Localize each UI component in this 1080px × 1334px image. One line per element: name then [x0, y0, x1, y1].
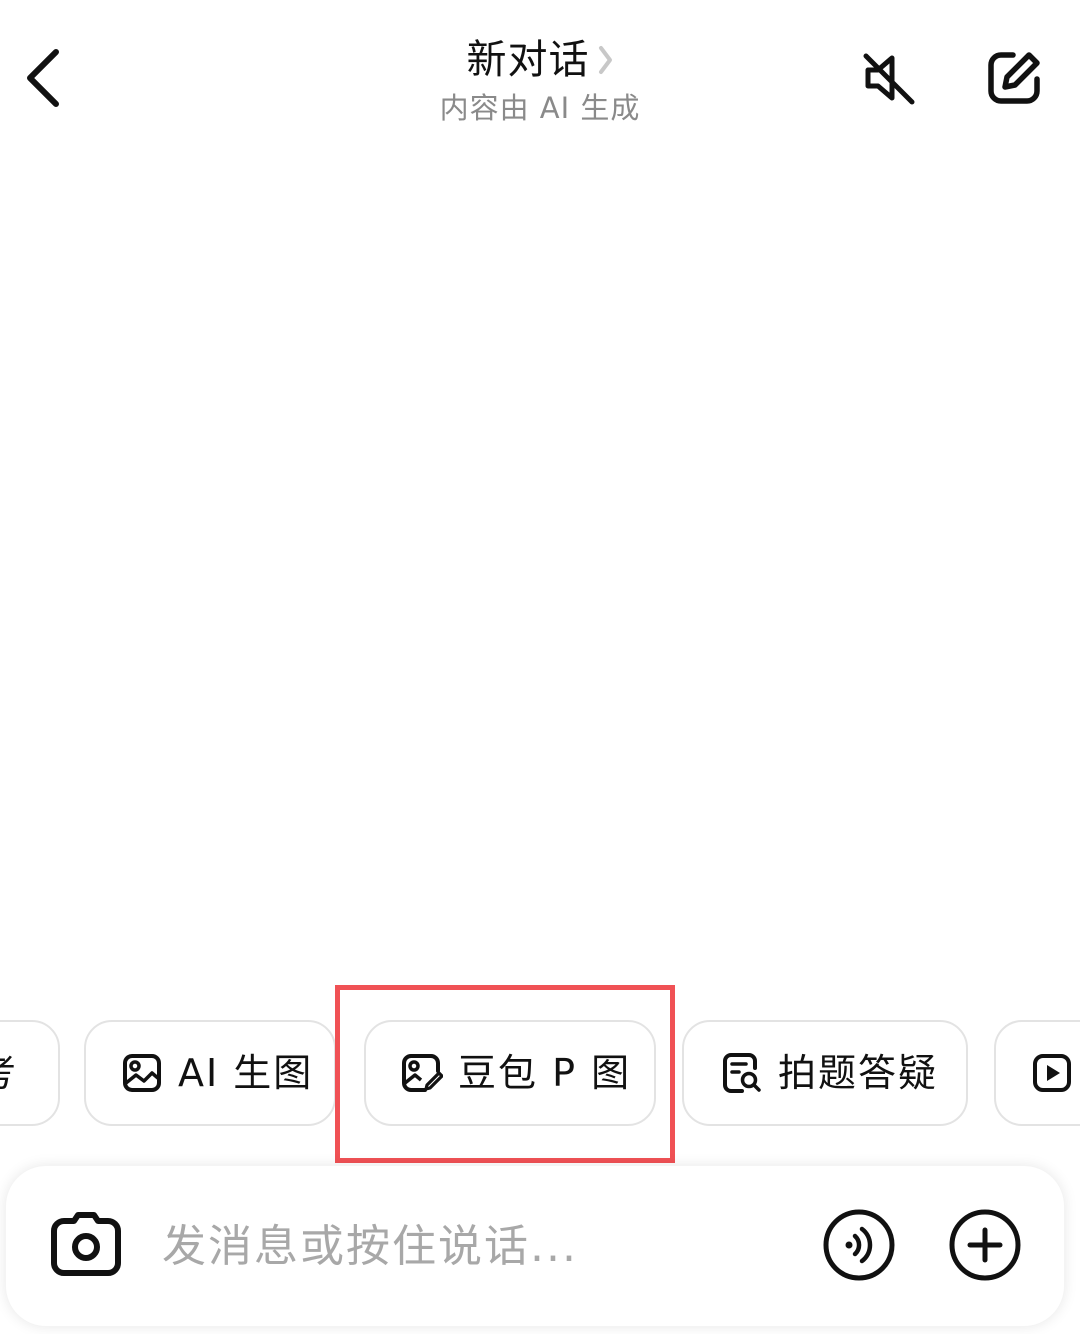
back-button[interactable] — [14, 44, 70, 116]
document-search-icon — [720, 1051, 764, 1095]
chip-label: 豆包 P 图 — [458, 1051, 632, 1095]
chip-partial-left[interactable]: 考 — [0, 1020, 60, 1126]
top-bar: 新对话 内容由 AI 生成 — [0, 0, 1080, 150]
chevron-left-icon — [22, 46, 62, 114]
title-block: 新对话 内容由 AI 生成 — [340, 32, 740, 128]
chip-doubao-p-image[interactable]: 豆包 P 图 — [364, 1020, 656, 1126]
new-chat-button[interactable] — [980, 46, 1048, 114]
video-play-icon — [1030, 1051, 1074, 1095]
voice-call-button[interactable] — [822, 1208, 896, 1286]
suggestion-chips: 考 AI 生图 豆包 P 图 — [0, 1020, 1080, 1130]
speaker-muted-icon — [858, 48, 918, 112]
mute-button[interactable] — [856, 48, 920, 112]
plus-circle-icon — [948, 1208, 1022, 1286]
chip-ai-image[interactable]: AI 生图 — [84, 1020, 336, 1126]
message-composer — [6, 1166, 1064, 1326]
chevron-right-icon — [596, 44, 614, 76]
camera-icon — [50, 1211, 122, 1281]
chip-label: AI 生图 — [178, 1051, 314, 1095]
ai-generated-notice: 内容由 AI 生成 — [439, 91, 641, 125]
chip-label: 拍题答疑 — [778, 1051, 939, 1095]
chip-partial-right[interactable] — [994, 1020, 1080, 1126]
edit-square-icon — [983, 47, 1045, 113]
image-icon — [120, 1051, 164, 1095]
chip-photo-question[interactable]: 拍题答疑 — [682, 1020, 968, 1126]
chip-label: 考 — [0, 1048, 18, 1098]
message-input[interactable] — [162, 1206, 782, 1286]
more-options-button[interactable] — [948, 1208, 1022, 1286]
camera-button[interactable] — [46, 1208, 126, 1284]
chat-screen: 新对话 内容由 AI 生成 AI 生图 豆包 P 图 拍题答疑 发消息或按住说话… — [0, 0, 1080, 1334]
image-edit-icon — [400, 1051, 444, 1095]
conversation-title-button[interactable]: 新对话 — [340, 32, 740, 88]
voice-call-icon — [822, 1208, 896, 1286]
page-title: 新对话 — [466, 37, 590, 83]
